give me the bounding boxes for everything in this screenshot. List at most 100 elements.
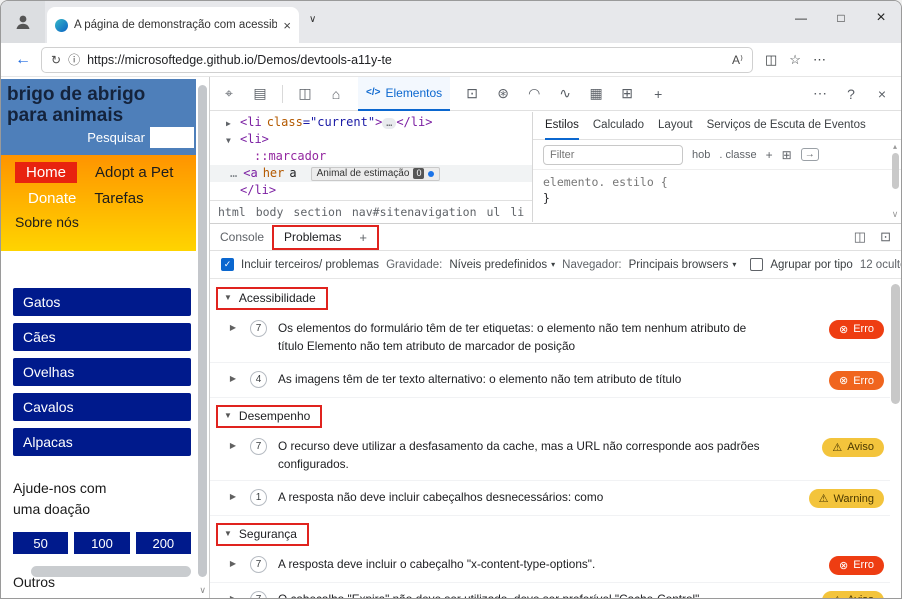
group-by-kind-checkbox[interactable] <box>750 258 764 271</box>
issue-row[interactable]: ▶ 7 O recurso deve utilizar a desfasamen… <box>210 430 890 482</box>
hidden-count-label[interactable]: 12 oculto <box>860 259 901 271</box>
expander-open-icon[interactable]: ▼ <box>226 132 240 149</box>
class-toggle-button[interactable]: . classe <box>719 149 756 161</box>
section-accessibility[interactable]: ▼ Acessibilidade <box>210 280 890 312</box>
tab-estilos[interactable]: Estilos <box>545 112 579 140</box>
node-more-icon[interactable]: … <box>230 166 237 180</box>
breadcrumb-body[interactable]: body <box>256 205 284 219</box>
expand-panel-icon[interactable]: ⊡ <box>880 229 891 245</box>
devtools-help-icon[interactable]: ? <box>842 86 860 102</box>
add-panel-icon[interactable]: + <box>649 86 667 102</box>
scroll-down-icon[interactable]: ∨ <box>199 585 206 596</box>
read-aloud-icon[interactable]: A⁾ <box>732 53 743 67</box>
nav-tasks-link[interactable]: Tarefas <box>94 190 143 207</box>
issue-expander-icon[interactable]: ▶ <box>220 441 246 450</box>
breadcrumb-li[interactable]: li <box>510 205 524 219</box>
issue-expander-icon[interactable]: ▶ <box>220 594 246 598</box>
expander-icon[interactable]: ▶ <box>226 115 240 132</box>
inspect-element-icon[interactable]: ⌖ <box>220 85 238 102</box>
breadcrumb-ul[interactable]: ul <box>487 205 501 219</box>
page-vertical-scrollbar[interactable] <box>198 85 207 577</box>
address-bar[interactable]: ↻ ⓘ https://microsoftedge.github.io/Demo… <box>41 46 753 73</box>
issue-row[interactable]: ▶ 1 A resposta não deve incluir cabeçalh… <box>210 481 890 517</box>
tab-calculado[interactable]: Calculado <box>593 112 644 140</box>
sidebar-item-gatos[interactable]: Gatos <box>13 288 191 316</box>
include-third-party-checkbox[interactable]: ✓ <box>221 258 234 271</box>
section-expander-icon[interactable]: ▼ <box>224 411 232 420</box>
issue-expander-icon[interactable]: ▶ <box>220 323 246 332</box>
back-icon[interactable]: ← <box>15 51 31 69</box>
section-performance[interactable]: ▼ Desempenho <box>210 398 890 430</box>
nav-about-link[interactable]: Sobre nós <box>15 214 79 230</box>
issue-row[interactable]: ▶ 7 A resposta deve incluir o cabeçalho … <box>210 548 890 583</box>
devtools-close-icon[interactable]: × <box>873 86 891 102</box>
breadcrumb-section[interactable]: section <box>293 205 341 219</box>
severity-caret-icon[interactable]: ▾ <box>551 260 555 269</box>
reader-icon[interactable]: ◫ <box>765 52 777 68</box>
dom-node-li-close[interactable]: </li> <box>210 182 532 199</box>
scroll-down-icon[interactable]: ∨ <box>892 209 899 220</box>
favorite-star-icon[interactable]: ☆ <box>789 52 801 68</box>
element-style-rule[interactable]: elemento. estilo { <box>533 170 901 189</box>
browser-tab[interactable]: A página de demonstração com acessibilid… <box>47 7 299 43</box>
breadcrumb-nav[interactable]: nav#sitenavigation <box>352 205 477 219</box>
styles-filter-input[interactable] <box>543 144 683 165</box>
devtools-more-icon[interactable]: ⋯ <box>811 85 829 102</box>
donate-100-button[interactable]: 100 <box>74 532 130 554</box>
issue-expander-icon[interactable]: ▶ <box>220 492 246 501</box>
browser-caret-icon[interactable]: ▾ <box>732 260 736 269</box>
network-conditions-icon[interactable]: ◠ <box>525 85 543 102</box>
browser-dropdown[interactable]: Principais browsers <box>629 259 729 271</box>
browser-more-icon[interactable]: ⋯ <box>813 52 826 68</box>
scroll-up-icon[interactable]: ▴ <box>893 142 897 151</box>
tab-problems[interactable]: Problemas <box>284 230 341 244</box>
dom-node-marker[interactable]: ::marcador <box>210 148 532 165</box>
tab-console[interactable]: Console <box>220 230 264 244</box>
nav-donate-link[interactable]: Donate <box>28 190 76 207</box>
panels-icon[interactable]: ◫ <box>296 85 314 102</box>
site-info-icon[interactable]: ⓘ <box>68 51 80 68</box>
issue-row[interactable]: ▶ 7 Os elementos do formulário têm de te… <box>210 312 890 364</box>
window-close-button[interactable]: × <box>861 1 901 35</box>
issue-row[interactable]: ▶ 4 As imagens têm de ter texto alternat… <box>210 363 890 399</box>
device-emulation-icon[interactable]: ▤ <box>251 85 269 102</box>
nav-home-link[interactable]: Home <box>15 162 78 183</box>
tab-layout[interactable]: Layout <box>658 112 693 140</box>
dom-node-li[interactable]: ▼ <li> <box>210 131 532 148</box>
debug-icon[interactable]: ⊛ <box>494 85 512 102</box>
issue-expander-icon[interactable]: ▶ <box>220 374 246 383</box>
donate-50-button[interactable]: 50 <box>13 532 69 554</box>
sidebar-item-ovelhas[interactable]: Ovelhas <box>13 358 191 386</box>
tab-event-listeners[interactable]: Serviços de Escuta de Eventos <box>707 112 866 140</box>
add-tab-icon[interactable]: + <box>359 230 367 245</box>
profile-button[interactable] <box>1 1 45 43</box>
minimize-button[interactable]: — <box>781 1 821 35</box>
tab-list-chevron-icon[interactable]: ∨ <box>309 14 316 25</box>
grid-editor-icon[interactable]: ⊞ <box>782 148 792 162</box>
issues-scrollbar[interactable] <box>891 284 900 404</box>
collapsed-content-button[interactable]: … <box>382 118 397 129</box>
console-drawer-icon[interactable]: ⊡ <box>463 85 481 102</box>
nav-adopt-link[interactable]: Adopt a Pet <box>95 164 173 181</box>
breadcrumb-html[interactable]: html <box>218 205 246 219</box>
sidebar-item-alpacas[interactable]: Alpacas <box>13 428 191 456</box>
url-text[interactable]: https://microsoftedge.github.io/Demos/de… <box>87 53 725 67</box>
search-input[interactable] <box>150 127 194 148</box>
styles-scrollbar[interactable]: ▴ ∨ <box>890 142 900 220</box>
sidebar-item-caes[interactable]: Cães <box>13 323 191 351</box>
dom-node-anchor[interactable]: … <a her a Animal de estimação 0 <box>210 165 532 182</box>
donation-other-label[interactable]: Outros <box>13 574 55 590</box>
memory-icon[interactable]: ▦ <box>587 85 605 102</box>
new-rule-icon[interactable]: + <box>766 148 773 162</box>
tab-elements[interactable]: </> Elementos <box>358 76 451 111</box>
donate-200-button[interactable]: 200 <box>135 532 191 554</box>
sidebar-item-cavalos[interactable]: Cavalos <box>13 393 191 421</box>
dock-panel-icon[interactable]: ◫ <box>854 229 866 245</box>
issue-expander-icon[interactable]: ▶ <box>220 559 246 568</box>
issue-row[interactable]: ▶ 7 O cabeçalho "Expira" não deve ser ut… <box>210 583 890 598</box>
refresh-icon[interactable]: ↻ <box>51 53 61 67</box>
section-expander-icon[interactable]: ▼ <box>224 529 232 538</box>
pseudo-state-button[interactable]: hob <box>692 149 710 161</box>
application-icon[interactable]: ⊞ <box>618 85 636 102</box>
severity-dropdown[interactable]: Níveis predefinidos <box>449 259 547 271</box>
